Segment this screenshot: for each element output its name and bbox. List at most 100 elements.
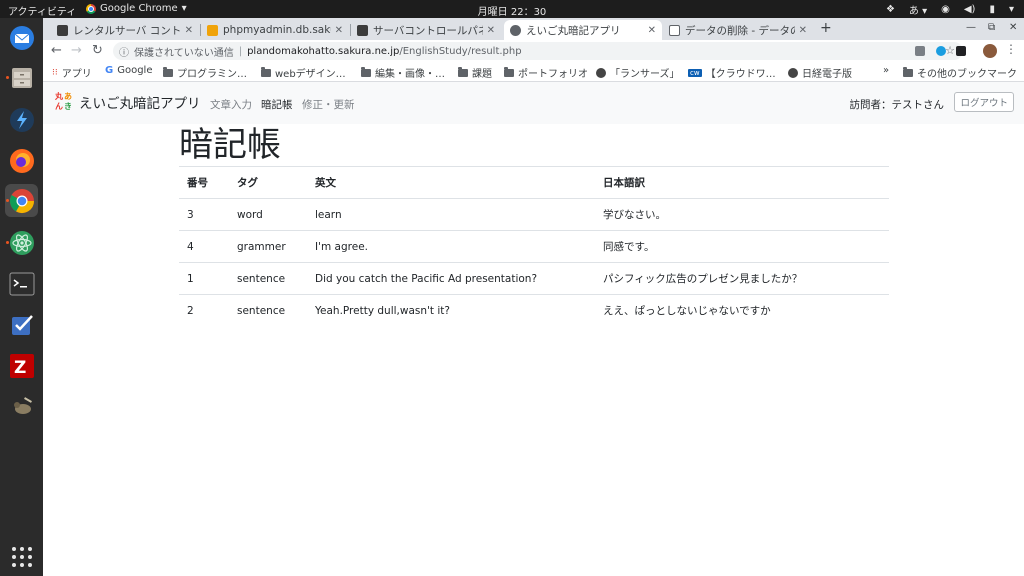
- dock-firefox[interactable]: [5, 144, 38, 177]
- table-row: 2 sentence Yeah.Pretty dull,wasn't it? え…: [179, 294, 889, 326]
- info-icon[interactable]: ⓘ: [119, 44, 129, 59]
- battery-icon[interactable]: ▮: [989, 4, 995, 15]
- cell-number: 2: [179, 294, 229, 326]
- close-icon[interactable]: ✕: [799, 25, 807, 36]
- dock-show-apps[interactable]: [5, 540, 38, 573]
- save-extension-icon[interactable]: [956, 46, 966, 56]
- power-menu-icon[interactable]: ▾: [1009, 4, 1014, 15]
- terminal-icon: [9, 272, 34, 295]
- thunderbird-icon: [9, 25, 34, 50]
- globe-icon: [510, 24, 521, 36]
- cell-english: Did you catch the Pacific Ad presentatio…: [307, 262, 595, 295]
- bookmark-other[interactable]: その他のブックマーク: [903, 65, 1017, 80]
- logout-button[interactable]: ログアウト: [954, 92, 1014, 112]
- phpmyadmin-favicon-icon: [207, 24, 218, 36]
- close-icon[interactable]: ✕: [648, 25, 656, 36]
- bookmark-crowdworks[interactable]: cw 【クラウドワ…: [688, 65, 776, 80]
- table-header-row: 番号 タグ 英文 日本語訳: [179, 166, 889, 199]
- bookmark-google[interactable]: G Google: [105, 65, 152, 76]
- chrome-icon: [9, 188, 34, 213]
- cell-number: 4: [179, 230, 229, 263]
- google-icon: G: [105, 65, 114, 76]
- chrome-icon: [86, 3, 96, 14]
- bookmark-star-icon[interactable]: ☆: [945, 44, 955, 57]
- dock-files[interactable]: [5, 61, 38, 94]
- cell-number: 3: [179, 198, 229, 231]
- input-method-indicator[interactable]: あ ▾: [909, 2, 927, 17]
- bookmark-editing[interactable]: 編集・画像・…: [361, 65, 445, 80]
- close-window-button[interactable]: ✕: [1009, 22, 1017, 33]
- dock-atom[interactable]: [5, 226, 38, 259]
- more-menu-icon[interactable]: ⋮: [1005, 42, 1017, 56]
- bookmark-portfolio[interactable]: ポートフォリオ: [504, 65, 588, 80]
- folder-icon: [903, 66, 913, 77]
- crowdworks-icon: cw: [688, 68, 702, 77]
- reload-button[interactable]: ↻: [92, 43, 103, 58]
- nav-text-input[interactable]: 文章入力: [210, 97, 252, 112]
- brand-link[interactable]: 丸 あ ん き えいご丸暗記アプリ: [55, 92, 201, 112]
- dock-terminal[interactable]: [5, 267, 38, 300]
- close-icon[interactable]: ✕: [335, 25, 343, 36]
- extension-icon[interactable]: [915, 46, 925, 56]
- filezilla-icon: Z: [9, 353, 34, 378]
- address-bar[interactable]: ⓘ 保護されていない通信 | plandomakohatto.sakura.ne…: [113, 42, 963, 60]
- back-button[interactable]: ←: [51, 43, 62, 58]
- url-path: /EnglishStudy/result.php: [399, 45, 522, 57]
- dock-chrome[interactable]: [5, 184, 38, 217]
- cell-tag: grammer: [229, 230, 307, 263]
- cell-english: learn: [307, 198, 595, 231]
- apps-grid-icon: ⁝⁝: [52, 67, 58, 78]
- app-navbar: 丸 あ ん き えいご丸暗記アプリ 文章入力 暗記帳 修正・更新 訪問者：テスト…: [43, 82, 1024, 124]
- volume-icon[interactable]: ◀): [964, 4, 976, 15]
- cell-english: Yeah.Pretty dull,wasn't it?: [307, 294, 595, 326]
- minimize-button[interactable]: —: [966, 22, 976, 33]
- folder-icon: [504, 66, 514, 77]
- new-tab-button[interactable]: +: [820, 20, 832, 36]
- dock-tasks[interactable]: [5, 308, 38, 341]
- bookmark-web-design[interactable]: webデザイン…: [261, 65, 346, 80]
- wifi-icon[interactable]: ◉: [941, 4, 950, 15]
- bookmark-programming[interactable]: プログラミン…: [163, 65, 247, 80]
- bookmarks-overflow-button[interactable]: »: [883, 65, 889, 76]
- page-title: 暗記帳: [179, 125, 281, 165]
- clock[interactable]: 月曜日 22：30: [478, 7, 547, 18]
- nav-flashcards[interactable]: 暗記帳: [261, 97, 293, 112]
- dock-thunderbird[interactable]: [5, 21, 38, 54]
- tab-title: サーバコントロールパネル: [373, 24, 483, 37]
- system-tray[interactable]: ❖ あ ▾ ◉ ◀) ▮ ▾: [886, 2, 1014, 17]
- bookmark-lancers[interactable]: 「ランサーズ」: [596, 65, 680, 80]
- bookmark-apps[interactable]: ⁝⁝ アプリ: [52, 65, 92, 81]
- folder-icon: [458, 66, 468, 77]
- nav-edit-update[interactable]: 修正・更新: [302, 97, 355, 112]
- profile-avatar[interactable]: [983, 44, 997, 58]
- close-icon[interactable]: ✕: [487, 25, 495, 36]
- dock-filezilla-alt[interactable]: [5, 103, 38, 136]
- app-menu[interactable]: Google Chrome ▾: [86, 3, 187, 14]
- app-menu-label: Google Chrome: [100, 3, 178, 14]
- dock-gimp[interactable]: [5, 390, 38, 423]
- cloud-extension-icon[interactable]: [936, 46, 946, 56]
- tab-rental-server[interactable]: レンタルサーバ コントロール ✕: [51, 20, 199, 40]
- bookmark-assignments[interactable]: 課題: [458, 65, 492, 80]
- activities-button[interactable]: アクティビティ: [8, 3, 76, 18]
- tab-data-delete[interactable]: データの削除 - データの追 ✕: [663, 20, 813, 40]
- tab-phpmyadmin[interactable]: phpmyadmin.db.sakura.n ✕: [201, 20, 349, 40]
- page-favicon-icon: [669, 24, 680, 36]
- globe-icon: [788, 67, 798, 78]
- table-row: 1 sentence Did you catch the Pacific Ad …: [179, 262, 889, 295]
- dock-filezilla[interactable]: Z: [5, 349, 38, 382]
- bookmark-nikkei[interactable]: 日経電子版: [788, 65, 852, 80]
- restore-button[interactable]: ⧉: [988, 22, 995, 33]
- close-icon[interactable]: ✕: [185, 25, 193, 36]
- launcher-dock: Z: [0, 18, 43, 576]
- cell-japanese: パシフィック広告のプレゼン見ましたか？: [595, 262, 889, 295]
- tab-eigo-app[interactable]: えいご丸暗記アプリ ✕: [504, 20, 662, 40]
- column-header-japanese: 日本語訳: [595, 166, 889, 199]
- web-page: 丸 あ ん き えいご丸暗記アプリ 文章入力 暗記帳 修正・更新 訪問者：テスト…: [43, 82, 1024, 576]
- cell-japanese: 学びなさい。: [595, 198, 889, 231]
- atom-icon: [9, 230, 34, 255]
- dropbox-icon[interactable]: ❖: [886, 4, 895, 15]
- tab-server-control-panel[interactable]: サーバコントロールパネル ✕: [351, 20, 501, 40]
- chrome-window: レンタルサーバ コントロール ✕ phpmyadmin.db.sakura.n …: [43, 18, 1024, 576]
- forward-button[interactable]: →: [71, 43, 82, 58]
